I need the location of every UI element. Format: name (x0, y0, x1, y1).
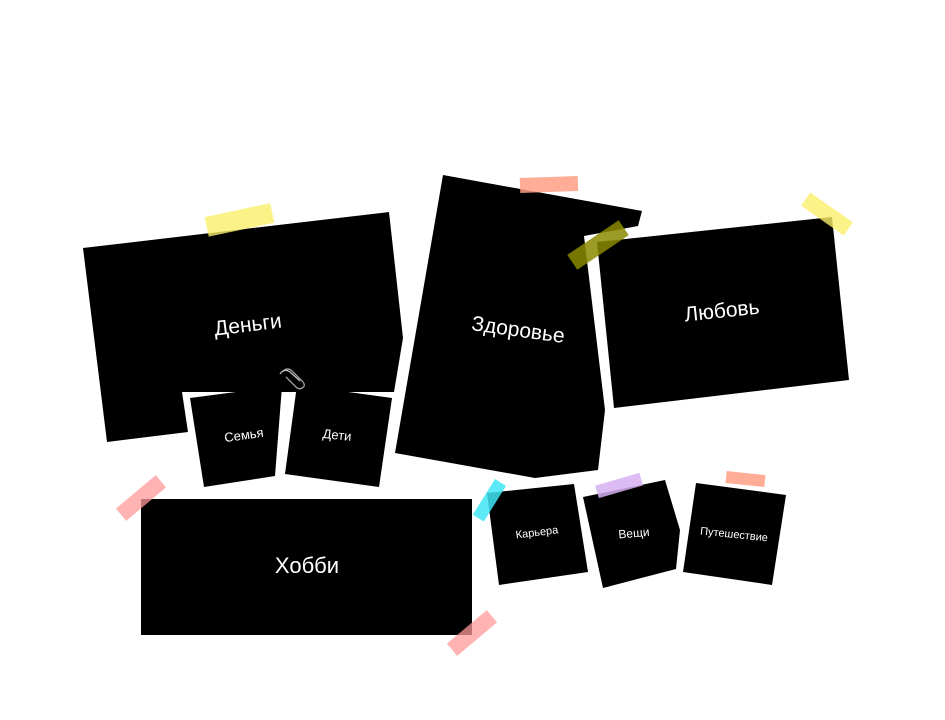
card-things[interactable]: Вещи (583, 480, 680, 588)
card-travel[interactable]: Путешествие (683, 483, 786, 585)
card-things-label: Вещи (618, 525, 650, 542)
card-hobby-label: Хобби (275, 553, 339, 578)
card-kids-label: Дети (322, 426, 352, 444)
card-health[interactable]: Здоровье (395, 175, 642, 478)
vision-board: Деньги Здоровье Любовь Семья Дети Хобби (0, 0, 945, 720)
card-career[interactable]: Карьера (487, 484, 588, 585)
card-family[interactable]: Семья (190, 386, 282, 487)
board-canvas: Деньги Здоровье Любовь Семья Дети Хобби (83, 175, 853, 656)
card-love[interactable]: Любовь (597, 217, 849, 408)
card-kids[interactable]: Дети (285, 385, 392, 487)
card-hobby[interactable]: Хобби (141, 499, 472, 635)
tape-orange-health (519, 175, 579, 194)
tape-orange-travel (725, 471, 766, 488)
